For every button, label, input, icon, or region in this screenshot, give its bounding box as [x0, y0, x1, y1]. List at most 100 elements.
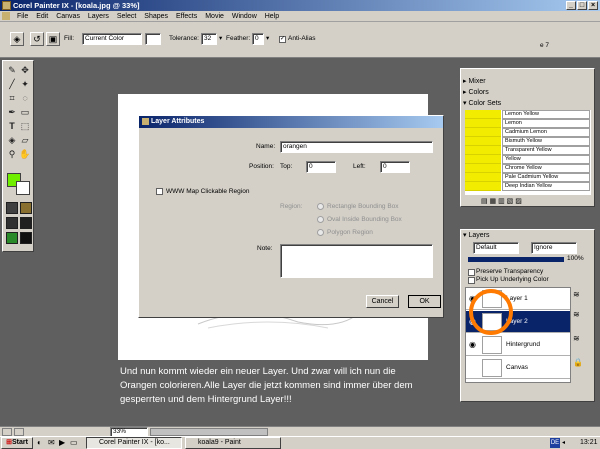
colors-label: Colors	[468, 89, 489, 96]
menu-effects[interactable]: Effects	[173, 11, 200, 22]
opacity-value: 100%	[567, 255, 584, 262]
horizontal-scrollbar[interactable]	[150, 428, 268, 436]
dropper-tool-icon[interactable]: ╱	[6, 78, 18, 90]
nozzle-selector-icon[interactable]	[6, 232, 18, 244]
quicklaunch-desktop-icon[interactable]: ▭	[70, 438, 78, 447]
quicklaunch-ie-icon[interactable]: ◐	[37, 438, 42, 447]
task-paint[interactable]: koala9 - Paint	[185, 437, 281, 449]
tolerance-input[interactable]: 32	[201, 33, 217, 45]
swatch-label: Cadmium Lemon	[502, 128, 590, 137]
paint-bucket-icon[interactable]: ◈	[10, 32, 24, 46]
region-rect-radio[interactable]	[317, 203, 324, 210]
region-rect-label: Rectangle Bounding Box	[327, 203, 399, 210]
menu-file[interactable]: File	[14, 11, 31, 22]
dialog-title: Layer Attributes	[151, 118, 205, 125]
minimize-button[interactable]: _	[566, 1, 576, 10]
swatch-label: Pale Cadmium Yellow	[502, 173, 590, 182]
fill-select[interactable]: Current Color	[82, 33, 142, 45]
tray-icon[interactable]: ◂	[562, 439, 565, 446]
wwwmap-checkbox[interactable]	[156, 188, 163, 195]
start-button[interactable]: ⊞Start	[1, 437, 33, 449]
property-bar: ◈ ↺ ▣ Fill: Current Color Tolerance: 32 …	[0, 22, 600, 58]
menu-select[interactable]: Select	[114, 11, 139, 22]
layer-adjuster-icon[interactable]: ✥	[19, 64, 31, 76]
color-set-library-icon[interactable]: ▤ ▦ ▥ ▧ ▨	[481, 197, 522, 205]
menu-edit[interactable]: Edit	[33, 11, 51, 22]
start-label: Start	[11, 439, 28, 446]
tolerance-label: Tolerance:	[169, 35, 199, 42]
secondary-color-swatch[interactable]	[16, 181, 30, 195]
magic-wand-icon[interactable]: ✦	[19, 78, 31, 90]
text-tool-icon[interactable]: T	[6, 120, 18, 132]
ok-button[interactable]: OK	[408, 295, 441, 308]
weaving-selector-icon[interactable]	[20, 217, 32, 229]
pattern-selector-icon[interactable]	[6, 217, 18, 229]
brush-tool-icon[interactable]: ✎	[6, 64, 18, 76]
document-icon[interactable]	[2, 12, 10, 21]
feather-stepper-icon[interactable]: ▾	[266, 33, 269, 45]
layer-thumbnail	[482, 336, 502, 354]
clock: 13:21	[580, 439, 598, 446]
mixer-panel-header[interactable]: ▸ Mixer	[463, 77, 591, 86]
cancel-button[interactable]: Cancel	[366, 295, 399, 308]
grabber-tool-icon[interactable]: ✋	[19, 148, 31, 160]
painter-app-icon	[2, 1, 11, 10]
layers-panel-header[interactable]: ▾ Layers	[463, 231, 591, 240]
left-label: Left:	[353, 163, 366, 170]
note-textarea[interactable]	[280, 244, 433, 278]
menu-layers[interactable]: Layers	[85, 11, 112, 22]
tutorial-caption: Und nun kommt wieder ein neuer Layer. Un…	[120, 366, 413, 405]
eraser-tool-icon[interactable]: ▱	[19, 134, 31, 146]
paint-bucket-tool-icon[interactable]: ◈	[6, 134, 18, 146]
crop-tool-icon[interactable]: ⌗	[6, 92, 18, 104]
fill-swatch[interactable]	[145, 33, 161, 45]
eye-icon[interactable]: ◉	[469, 340, 476, 349]
menu-help[interactable]: Help	[262, 11, 282, 22]
swatch-label: Deep Indian Yellow	[502, 182, 590, 191]
region-polygon-radio[interactable]	[317, 229, 324, 236]
menu-window[interactable]: Window	[229, 11, 260, 22]
language-indicator[interactable]: DE	[550, 438, 560, 448]
swatch-label: Transparent Yellow	[502, 146, 590, 155]
opacity-slider[interactable]	[468, 257, 564, 262]
menu-shapes[interactable]: Shapes	[141, 11, 171, 22]
paper-selector-icon[interactable]	[6, 202, 18, 214]
orange-highlight-circle	[469, 289, 513, 335]
menu-bar: File Edit Canvas Layers Select Shapes Ef…	[0, 11, 600, 22]
task-painter[interactable]: Corel Painter IX - [ko...	[86, 437, 182, 449]
color-sets-panel-header[interactable]: ▾ Color Sets	[463, 99, 591, 108]
swatch-label: Lemon Yellow	[502, 110, 590, 119]
pickup-color-checkbox[interactable]	[468, 277, 475, 284]
top-input[interactable]: 0	[306, 161, 336, 173]
colors-panel-header[interactable]: ▸ Colors	[463, 88, 591, 97]
wwwmap-label: WWW Map Clickable Region	[166, 188, 250, 195]
region-oval-radio[interactable]	[317, 216, 324, 223]
name-input[interactable]: orangen	[280, 141, 433, 153]
feather-input[interactable]: 0	[252, 33, 264, 45]
quicklaunch-mail-icon[interactable]: ✉	[48, 438, 55, 447]
region-oval-label: Oval Inside Bounding Box	[327, 216, 402, 223]
rect-select-icon[interactable]: ⬚	[19, 120, 31, 132]
menu-movie[interactable]: Movie	[202, 11, 227, 22]
window-title: Corel Painter IX - [koala.jpg @ 33%]	[13, 1, 140, 10]
preserve-transparency-checkbox[interactable]	[468, 269, 475, 276]
menu-canvas[interactable]: Canvas	[53, 11, 83, 22]
layers-label: Layers	[468, 232, 490, 239]
layer-row[interactable]: Canvas	[466, 357, 570, 379]
close-button[interactable]: ×	[588, 1, 598, 10]
quicklaunch-media-icon[interactable]: ▶	[59, 438, 65, 447]
pen-tool-icon[interactable]: ✒	[6, 106, 18, 118]
lasso-tool-icon[interactable]: ◌	[19, 92, 31, 104]
gradient-selector-icon[interactable]	[20, 202, 32, 214]
zoom-tool-icon[interactable]: ⚲	[6, 148, 18, 160]
looks-selector-icon[interactable]	[20, 232, 32, 244]
tolerance-stepper-icon[interactable]: ▾	[219, 33, 222, 45]
antialias-checkbox[interactable]: ✓	[279, 36, 286, 43]
left-input[interactable]: 0	[380, 161, 410, 173]
maximize-button[interactable]: □	[577, 1, 587, 10]
rectangle-tool-icon[interactable]: ▭	[19, 106, 31, 118]
region-label: Region:	[280, 203, 303, 210]
composite-method-select[interactable]: Default	[473, 242, 519, 254]
reset-tool-icon[interactable]: ↺	[30, 32, 44, 46]
fill-image-icon[interactable]: ▣	[46, 32, 60, 46]
